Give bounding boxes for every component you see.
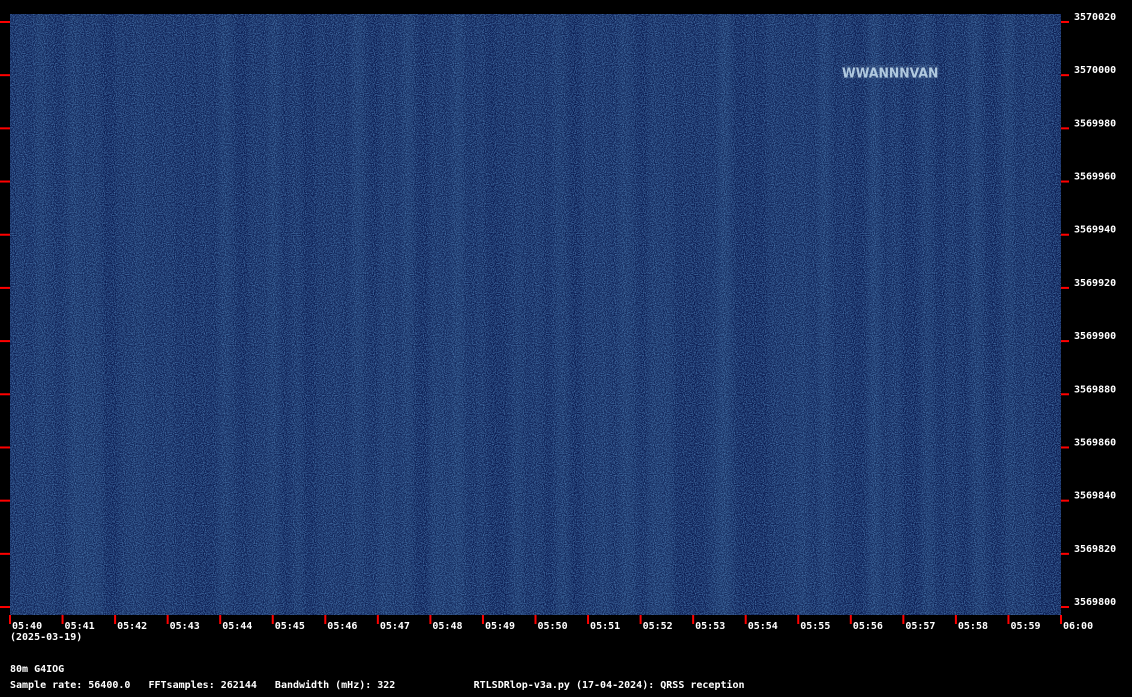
x-tick-label: 05:51: [590, 621, 620, 632]
y-tick-label: 3569800: [1074, 597, 1116, 608]
x-tick-label: 05:54: [748, 621, 778, 632]
x-tick-label: 05:41: [65, 621, 95, 632]
y-tick-label: 3570020: [1074, 12, 1116, 23]
y-tick-label: 3569920: [1074, 278, 1116, 289]
y-tick-label: 3569860: [1074, 437, 1116, 448]
y-tick-label: 3569840: [1074, 491, 1116, 502]
x-tick-label: 05:48: [432, 621, 462, 632]
x-tick-label: 05:47: [380, 621, 410, 632]
x-tick-label: 05:58: [958, 621, 988, 632]
x-tick-label: 06:00: [1063, 621, 1093, 632]
x-tick-label: 05:52: [643, 621, 673, 632]
x-tick-label: 05:40: [12, 621, 42, 632]
x-tick-label: 05:57: [905, 621, 935, 632]
y-tick-label: 3569820: [1074, 544, 1116, 555]
y-tick-label: 3569940: [1074, 225, 1116, 236]
signal-trace: WWANNNVAN: [842, 64, 939, 82]
x-tick-label: 05:53: [695, 621, 725, 632]
x-tick-label: 05:42: [117, 621, 147, 632]
date-label: (2025-03-19): [10, 632, 83, 643]
y-tick-label: 3569980: [1074, 118, 1116, 129]
x-tick-label: 05:43: [170, 621, 200, 632]
x-tick-label: 05:50: [538, 621, 568, 632]
signal-text: WWANNNVAN: [842, 67, 938, 82]
footer-info: Sample rate: 56400.0 FFTsamples: 262144 …: [10, 680, 745, 692]
x-tick-label: 05:49: [485, 621, 515, 632]
station-label: 80m G4IOG: [10, 664, 65, 675]
y-tick-label: 3570000: [1074, 65, 1116, 76]
x-axis: 05:40 05:41 05:42 05:43 05:44 05:45 05:46 05:47…: [9, 615, 1093, 632]
plot-noise: [10, 14, 1061, 615]
y-tick-label: 3569880: [1074, 384, 1116, 395]
y-tick-label: 3569900: [1074, 331, 1116, 342]
sample-rate: Sample rate: 56400.0: [10, 680, 131, 691]
x-tick-label: 05:46: [327, 621, 357, 632]
software-label: RTLSDRlop-v3a.py (17-04-2024): QRSS rece…: [473, 680, 745, 691]
x-tick-label: 05:44: [222, 621, 252, 632]
fft-samples: FFTsamples: 262144: [148, 680, 257, 691]
bandwidth: Bandwidth (mHz): 322: [274, 680, 396, 691]
x-tick-label: 05:45: [275, 621, 305, 632]
signals-layer: WWANNNVAN: [842, 64, 939, 82]
spectrogram-chart: WWANNNVAN 3570020 3570000 3569980 3569960 35…: [0, 12, 1116, 632]
y-tick-label: 3569960: [1074, 172, 1116, 183]
x-tick-label: 05:59: [1010, 621, 1040, 632]
x-tick-label: 05:56: [853, 621, 883, 632]
x-tick-label: 05:55: [800, 621, 830, 632]
